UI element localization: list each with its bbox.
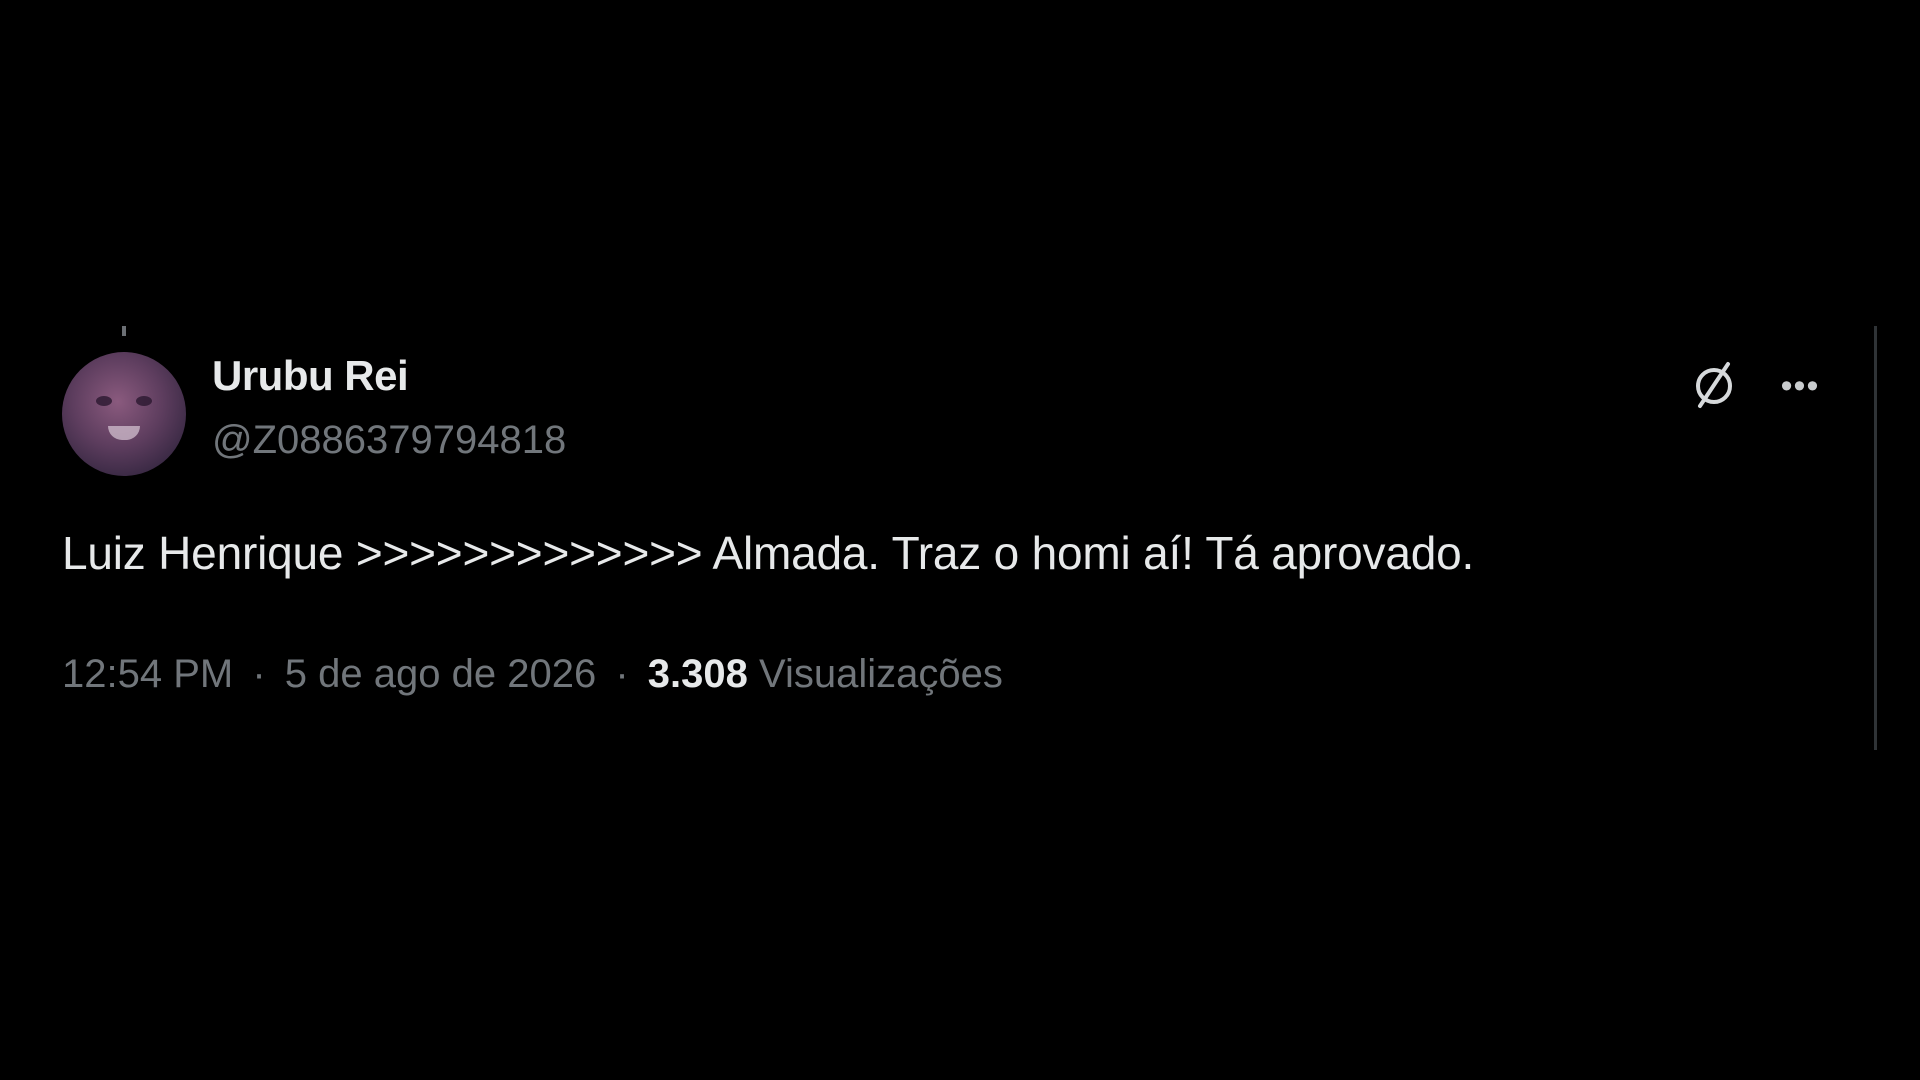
author-avatar[interactable] (62, 352, 186, 476)
views-label: Visualizações (759, 652, 1003, 696)
meta-separator: · (252, 652, 266, 696)
avatar-mouth (108, 426, 140, 440)
author-handle[interactable]: @Z0886379794818 (212, 418, 566, 463)
tweet-text: Luiz Henrique >>>>>>>>>>>>> Almada. Traz… (62, 527, 1475, 579)
grok-icon-svg (1696, 362, 1732, 408)
tweet-time[interactable]: 12:54 PM (62, 652, 233, 696)
meta-separator: · (615, 652, 629, 696)
tweet-date[interactable]: 5 de ago de 2026 (285, 652, 596, 696)
views-count: 3.308 (647, 652, 748, 696)
tweet-card[interactable]: Urubu Rei @Z0886379794818 ••• Luiz Henri… (62, 326, 1862, 748)
tweet-meta: 12:54 PM · 5 de ago de 2026 · 3.308 Visu… (62, 652, 1003, 697)
author-display-name[interactable]: Urubu Rei (212, 352, 409, 400)
more-options-icon[interactable]: ••• (1770, 356, 1830, 416)
screenshot-stage: Urubu Rei @Z0886379794818 ••• Luiz Henri… (0, 0, 1920, 1080)
avatar-marker (122, 326, 126, 336)
grok-icon[interactable] (1684, 356, 1744, 416)
avatar-right-eye (136, 396, 152, 406)
avatar-left-eye (96, 396, 112, 406)
column-divider (1874, 326, 1877, 750)
